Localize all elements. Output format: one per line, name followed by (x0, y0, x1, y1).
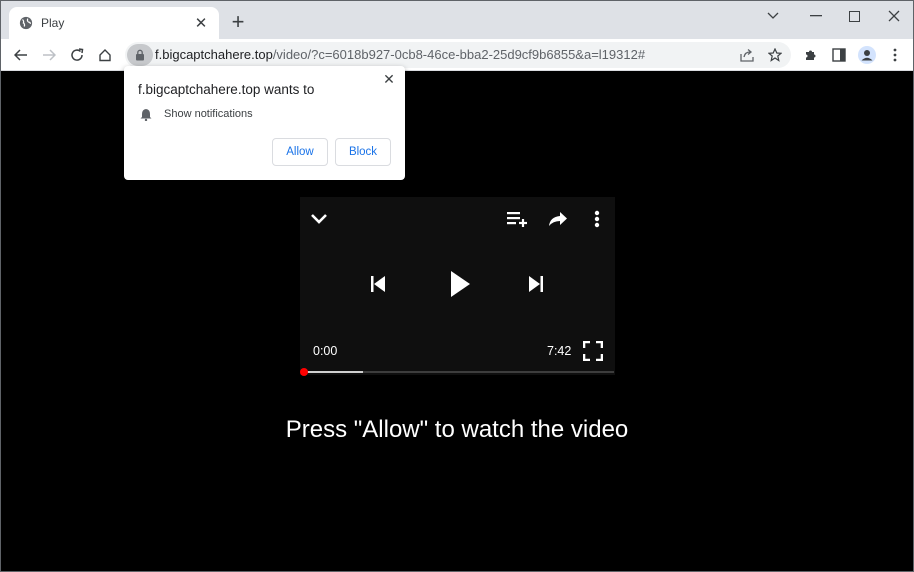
tab-search-button[interactable] (758, 5, 788, 27)
maximize-icon (848, 10, 860, 22)
previous-button[interactable] (366, 272, 390, 296)
star-icon (768, 48, 782, 62)
new-tab-button[interactable]: + (227, 11, 249, 33)
home-button[interactable] (93, 43, 117, 67)
side-panel-icon (832, 48, 846, 62)
fullscreen-button[interactable] (581, 339, 605, 363)
skip-next-icon (529, 276, 543, 292)
current-time: 0:00 (313, 344, 338, 358)
more-vertical-icon (893, 48, 897, 62)
progress-scrubber[interactable] (300, 368, 308, 376)
permission-text: Show notifications (164, 108, 253, 120)
url-text[interactable]: f.bigcaptchahere.top/video/?c=6018b927-0… (155, 47, 645, 62)
play-button[interactable] (444, 266, 476, 302)
url-host: f.bigcaptchahere.top (155, 47, 273, 62)
close-icon (888, 10, 900, 22)
tab-title: Play (41, 16, 65, 30)
tab-close-button[interactable]: ✕ (191, 13, 211, 33)
title-bar: Play ✕ + (1, 1, 913, 39)
allow-button[interactable]: Allow (272, 138, 328, 166)
duration: 7:42 (547, 344, 572, 358)
add-to-queue-button[interactable] (504, 208, 530, 230)
fullscreen-icon (583, 341, 603, 361)
url-path: /video/?c=6018b927-0cb8-46ce-bba2-25d9cf… (272, 47, 646, 62)
notification-permission-popup: f.bigcaptchahere.top wants to ✕ Show not… (124, 66, 405, 180)
forward-button[interactable] (37, 43, 61, 67)
avatar-icon (858, 46, 876, 64)
lock-icon (136, 49, 144, 61)
home-icon (99, 49, 111, 62)
profile-button[interactable] (855, 43, 879, 67)
bell-icon (140, 109, 152, 121)
popup-close-button[interactable]: ✕ (381, 71, 397, 87)
maximize-button[interactable] (839, 5, 869, 27)
playlist-add-icon (507, 212, 527, 227)
puzzle-icon (806, 50, 816, 60)
address-bar[interactable]: f.bigcaptchahere.top/video/?c=6018b927-0… (125, 42, 791, 68)
buffered-bar (304, 371, 363, 373)
extensions-button[interactable] (799, 43, 823, 67)
player-more-button[interactable] (588, 208, 606, 230)
reload-button[interactable] (65, 43, 89, 67)
progress-track[interactable] (304, 371, 614, 373)
chevron-down-icon (767, 12, 779, 19)
share-icon (739, 49, 754, 62)
back-button[interactable] (9, 43, 33, 67)
close-window-button[interactable] (879, 5, 909, 27)
chevron-down-icon (311, 214, 327, 224)
call-to-action-text: Press "Allow" to watch the video (285, 416, 629, 443)
browser-tab[interactable]: Play ✕ (9, 7, 219, 39)
arrow-left-icon (14, 49, 27, 61)
site-info-button[interactable] (127, 44, 153, 66)
minimize-button[interactable] (801, 5, 831, 27)
side-panel-button[interactable] (827, 43, 851, 67)
popup-title: f.bigcaptchahere.top wants to (138, 82, 315, 97)
minimize-player-button[interactable] (308, 209, 330, 229)
minimize-icon (810, 15, 822, 17)
play-icon (451, 271, 470, 297)
next-button[interactable] (524, 272, 548, 296)
skip-previous-icon (371, 276, 385, 292)
share-button[interactable] (735, 43, 759, 67)
more-vertical-icon (594, 210, 600, 228)
reload-icon (71, 48, 84, 61)
share-video-button[interactable] (546, 208, 570, 230)
globe-icon (19, 16, 33, 30)
share-arrow-icon (549, 212, 567, 226)
browser-menu-button[interactable] (883, 43, 907, 67)
arrow-right-icon (43, 49, 56, 61)
bookmark-button[interactable] (763, 43, 787, 67)
block-button[interactable]: Block (335, 138, 391, 166)
